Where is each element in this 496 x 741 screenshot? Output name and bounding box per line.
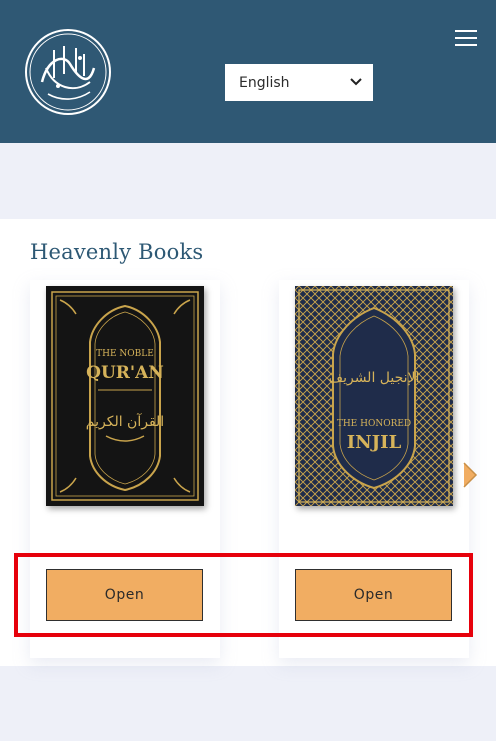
- injil-cover-title: INJIL: [347, 432, 402, 453]
- quran-cover-title: QUR'AN: [86, 363, 164, 383]
- quran-cover-image[interactable]: THE NOBLE QUR'AN القرآن الكريم: [46, 286, 204, 506]
- site-header: English: [0, 0, 496, 143]
- quran-cover-arabic: القرآن الكريم: [86, 413, 164, 430]
- menu-bar: [455, 44, 477, 46]
- open-buttons-highlight-box: [14, 553, 473, 637]
- calligraphy-logo-icon[interactable]: [24, 28, 112, 116]
- carousel-next-arrow-icon[interactable]: [461, 461, 479, 489]
- section-title: Heavenly Books: [30, 240, 204, 264]
- injil-cover-arabic: الإنجيل الشريف: [329, 370, 420, 386]
- hamburger-menu-icon[interactable]: [455, 30, 477, 46]
- menu-bar: [455, 37, 477, 39]
- injil-cover-subtitle: THE HONORED: [337, 419, 411, 429]
- menu-bar: [455, 30, 477, 32]
- language-select-value: English: [239, 74, 290, 91]
- language-select[interactable]: English: [225, 64, 373, 101]
- chevron-down-icon: [350, 78, 362, 86]
- quran-cover-subtitle: THE NOBLE: [96, 349, 154, 359]
- injil-cover-image[interactable]: الإنجيل الشريف THE HONORED INJIL: [295, 286, 453, 506]
